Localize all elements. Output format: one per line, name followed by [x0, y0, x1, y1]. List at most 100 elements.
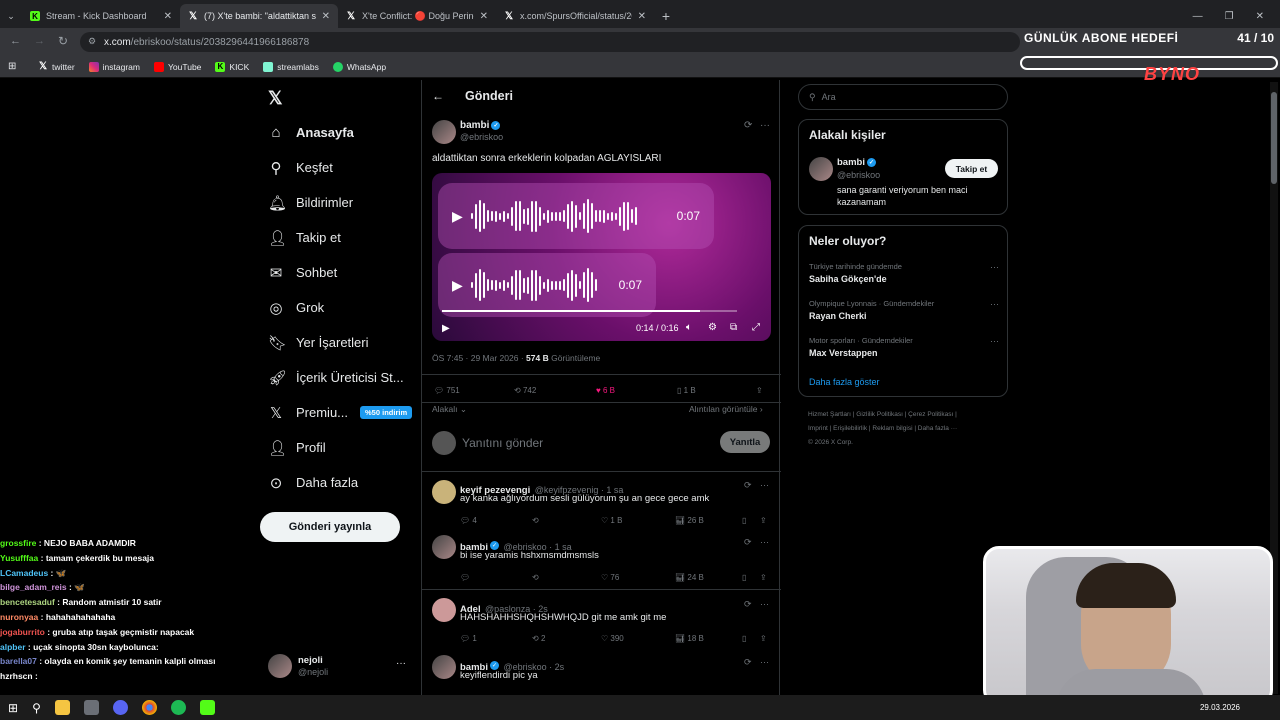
more-icon[interactable]: ···	[760, 120, 770, 131]
site-info-icon[interactable]: ⚙	[88, 36, 96, 47]
nav-bookmarks[interactable]: 🔖︎ Yer İşaretleri	[260, 325, 420, 360]
close-icon[interactable]: ✕	[638, 11, 646, 22]
bookmark-youtube[interactable]: YouTube	[154, 61, 201, 72]
reply-action[interactable]: 💬︎ 1	[460, 634, 477, 643]
more-icon[interactable]: ···	[760, 599, 769, 609]
bookmark-icon[interactable]: ▯	[742, 573, 746, 582]
back-arrow-icon[interactable]: ←	[432, 89, 444, 103]
nav-grok[interactable]: ◎ Grok	[260, 290, 420, 325]
nav-notifications[interactable]: 🔔︎ Bildirimler	[260, 185, 420, 220]
search-input[interactable]: ⚲ Ara	[798, 84, 1008, 110]
reply-item[interactable]: bambi ✓ @ebriskoo · 2s ⟳ ··· keyiflendird…	[422, 649, 781, 695]
reply-action[interactable]: 💬︎	[460, 573, 470, 582]
person-name[interactable]: bambi ✓	[837, 157, 876, 168]
nav-more[interactable]: ⊙ Daha fazla	[260, 465, 420, 500]
reply-item[interactable]: Adel @paslonza · 2s ⟳ ··· HAHSHAHHSHQHSH…	[422, 589, 781, 649]
grok-icon[interactable]: ⟳	[744, 599, 752, 610]
more-icon[interactable]: ···	[990, 262, 999, 272]
tab-x-spurs[interactable]: 𝕏 x.com/SpursOfficial/status/203 ✕	[496, 4, 654, 28]
new-tab-button[interactable]: +	[654, 4, 678, 28]
voice-message-2[interactable]: ▶ 0:07	[438, 253, 656, 317]
close-icon[interactable]: ✕	[322, 11, 330, 22]
nav-premium[interactable]: 𝕏 Premiu... %50 indirim	[260, 395, 420, 430]
bookmark-icon[interactable]: ▯	[742, 634, 746, 643]
play-icon[interactable]: ▶	[452, 208, 463, 225]
avatar[interactable]	[432, 480, 456, 504]
author-name[interactable]: bambi ✓	[460, 120, 501, 131]
bookmark-streamlabs[interactable]: streamlabs	[263, 61, 319, 72]
bookmark-action[interactable]: ▯ 1 B	[677, 386, 696, 395]
video-player[interactable]: ▶ 0:07 ▶ 0:07 ▶ 0:14 / 0:16 🔈︎ ⚙ ⧉ ⤢	[432, 173, 771, 341]
avatar[interactable]	[432, 120, 456, 144]
search-icon[interactable]: ⚲	[32, 701, 41, 715]
author-handle[interactable]: @ebriskoo	[460, 132, 503, 142]
reload-icon[interactable]: ↻	[58, 34, 68, 48]
repost-action[interactable]: ⟲	[532, 573, 539, 582]
settings-icon[interactable]: ⚙	[708, 322, 717, 333]
grok-icon[interactable]: ⟳	[744, 537, 752, 548]
like-action[interactable]: ♡ 390	[601, 634, 624, 643]
nav-profile[interactable]: 👤︎ Profil	[260, 430, 420, 465]
more-icon[interactable]: ···	[760, 537, 769, 547]
like-action[interactable]: ♥ 6 B	[596, 386, 615, 395]
view-quotes-link[interactable]: Alıntılan görüntüle ›	[689, 404, 763, 414]
nav-home[interactable]: ⌂ Anasayfa	[260, 115, 420, 150]
spotify-icon[interactable]	[170, 700, 186, 715]
views-action[interactable]: 📊︎ 18 B	[675, 634, 704, 643]
grok-icon[interactable]: ⟳	[744, 120, 752, 131]
app-icon[interactable]	[83, 700, 99, 715]
fullscreen-icon[interactable]: ⤢	[752, 322, 760, 333]
views-action[interactable]: 📊︎ 24 B	[675, 573, 704, 582]
kick-icon[interactable]	[199, 700, 215, 715]
close-window-icon[interactable]: ✕	[1256, 11, 1264, 22]
sort-relevance[interactable]: Alakalı ⌄	[432, 404, 467, 415]
reply-action[interactable]: 💬︎ 4	[460, 516, 477, 525]
share-icon[interactable]: ⇪	[760, 516, 767, 525]
repost-action[interactable]: ⟲ 2	[532, 634, 545, 643]
more-icon[interactable]: ···	[990, 299, 999, 309]
voice-message-1[interactable]: ▶ 0:07	[438, 183, 714, 249]
bookmark-kick[interactable]: K KICK	[215, 61, 249, 72]
bookmark-twitter[interactable]: 𝕏twitter	[38, 61, 75, 72]
tab-x-bambi[interactable]: 𝕏 (7) X'te bambi: "aldattiktan sonr ✕	[180, 4, 338, 28]
more-icon[interactable]: ···	[760, 657, 769, 667]
nav-follow[interactable]: 👤︎ Takip et	[260, 220, 420, 255]
show-more-link[interactable]: Daha fazla göster	[809, 377, 880, 387]
grok-icon[interactable]: ⟳	[744, 480, 752, 491]
video-progress-bar[interactable]	[442, 310, 737, 312]
scrollbar-thumb[interactable]	[1271, 92, 1277, 184]
pip-icon[interactable]: ⧉	[730, 322, 737, 333]
share-icon[interactable]: ⇪	[760, 573, 767, 582]
views-action[interactable]: 📊︎ 26 B	[675, 516, 704, 525]
repost-action[interactable]: ⟲	[532, 516, 539, 525]
x-logo-icon[interactable]: 𝕏	[268, 88, 283, 109]
footer-line[interactable]: Hizmet Şartları | Gizlilik Politikası | …	[808, 408, 1004, 422]
reply-item[interactable]: keyif pezevengi @keyifpzevenig · 1 sa ⟳ …	[422, 471, 781, 529]
address-bar[interactable]: ⚙ x.com/ebriskoo/status/2038296441966186…	[80, 32, 1020, 52]
restore-icon[interactable]: ❐	[1225, 11, 1234, 22]
bookmark-whatsapp[interactable]: WhatsApp	[332, 61, 386, 72]
grok-icon[interactable]: ⟳	[744, 657, 752, 668]
close-icon[interactable]: ✕	[164, 11, 172, 22]
volume-icon[interactable]: 🔈︎	[686, 322, 692, 333]
tab-x-conflict[interactable]: 𝕏 X'te Conflict: 🔴 Doğu Perinçe ✕	[338, 4, 496, 28]
nav-creator-studio[interactable]: 🚀︎ İçerik Üreticisi St...	[260, 360, 420, 395]
bookmark-instagram[interactable]: instagram	[88, 61, 140, 72]
close-icon[interactable]: ✕	[480, 11, 488, 22]
tab-kick-dashboard[interactable]: K Stream - Kick Dashboard ✕	[22, 4, 180, 28]
apps-icon[interactable]: ⊞	[8, 61, 16, 72]
reply-item[interactable]: bambi ✓ @ebriskoo · 1 sa ⟳ ··· bi ise yar…	[422, 529, 781, 589]
reply-button[interactable]: Yanıtla	[720, 431, 770, 453]
avatar[interactable]	[432, 535, 456, 559]
account-switcher[interactable]: nejoli @nejoli ···	[268, 654, 408, 682]
share-icon[interactable]: ⇪	[756, 386, 763, 395]
chrome-icon[interactable]	[141, 700, 157, 715]
post-button[interactable]: Gönderi yayınla	[260, 512, 400, 542]
follow-button[interactable]: Takip et	[945, 159, 998, 178]
file-explorer-icon[interactable]	[54, 700, 70, 715]
like-action[interactable]: ♡ 1 B	[601, 516, 622, 525]
nav-explore[interactable]: ⚲ Keşfet	[260, 150, 420, 185]
avatar[interactable]	[432, 598, 456, 622]
like-action[interactable]: ♡ 76	[601, 573, 619, 582]
nav-chat[interactable]: ✉ Sohbet	[260, 255, 420, 290]
